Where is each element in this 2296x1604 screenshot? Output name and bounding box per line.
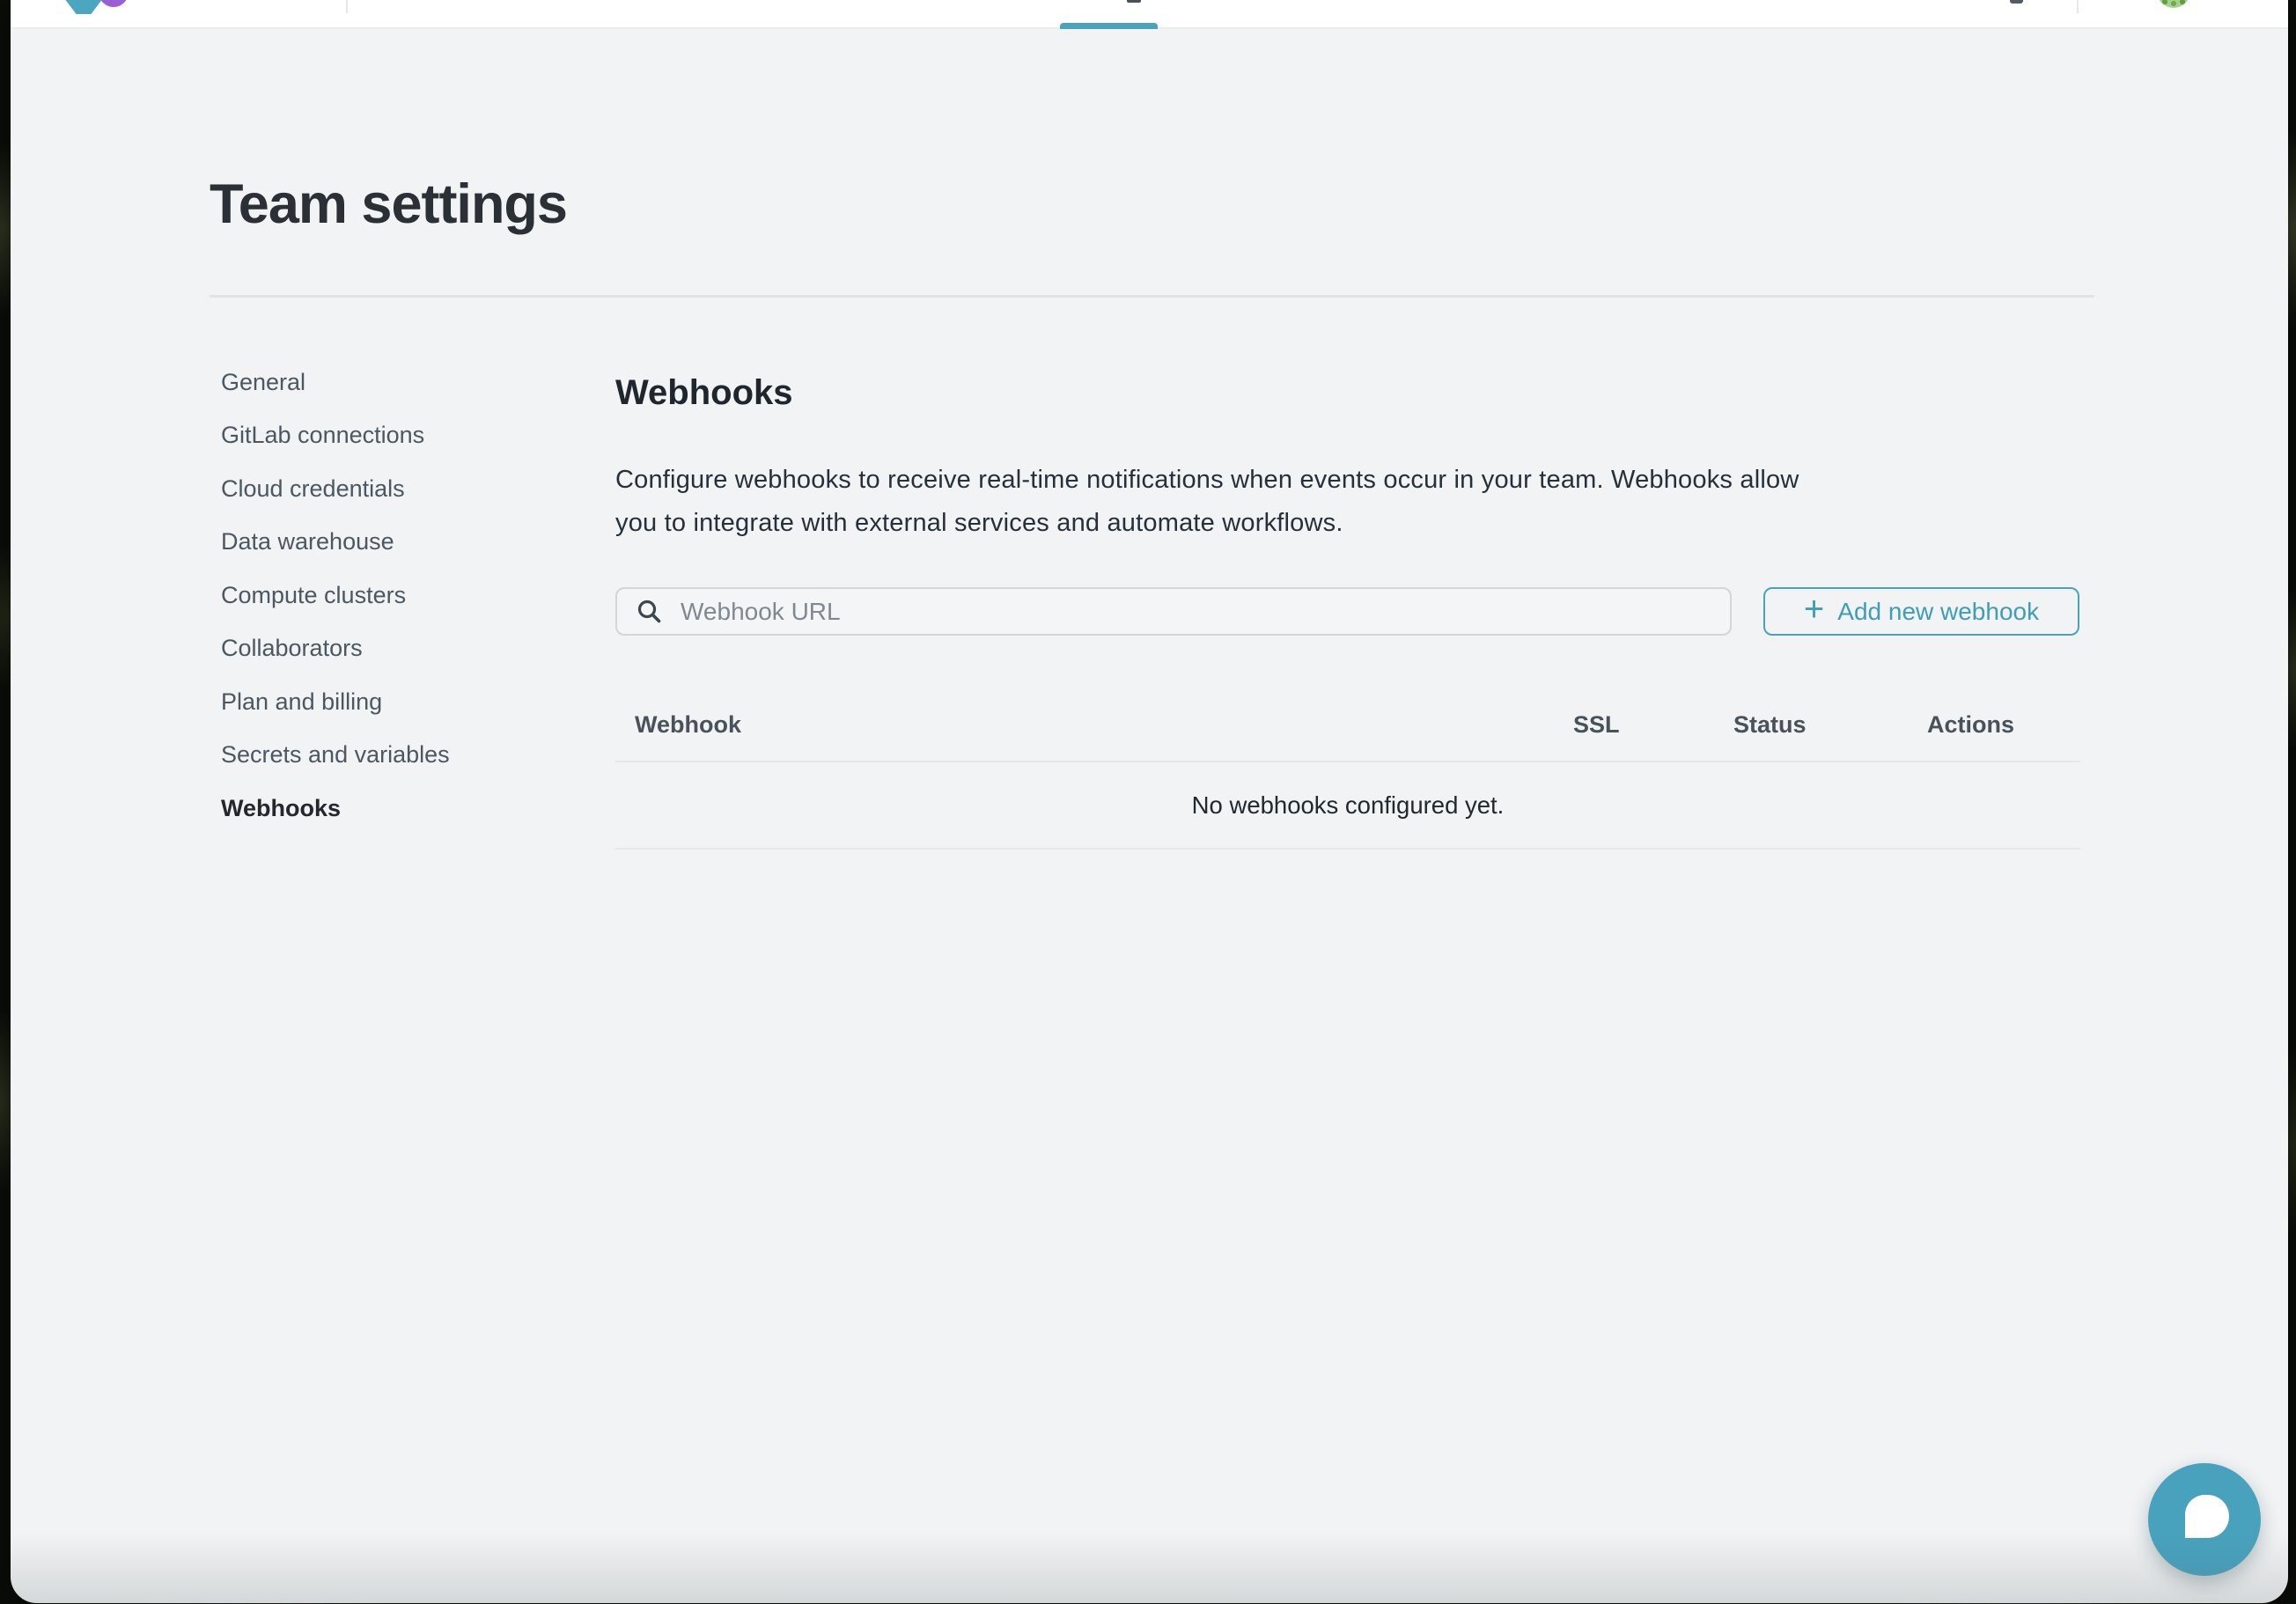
description-line-1: Configure webhooks to receive real-time … bbox=[615, 466, 1799, 494]
chat-launcher-button[interactable] bbox=[2148, 1463, 2261, 1576]
sidebar-item-collaborators[interactable]: Collaborators bbox=[221, 622, 450, 676]
empty-state-row: No webhooks configured yet. bbox=[615, 762, 2080, 850]
sidebar-item-compute-clusters[interactable]: Compute clusters bbox=[221, 569, 450, 622]
nav-divider bbox=[346, 0, 348, 13]
user-avatar[interactable] bbox=[2157, 0, 2190, 8]
sidebar-item-data-warehouse[interactable]: Data warehouse bbox=[221, 516, 450, 570]
sidebar-item-gitlab-connections[interactable]: GitLab connections bbox=[221, 409, 450, 463]
sidebar-item-plan-and-billing[interactable]: Plan and billing bbox=[221, 675, 450, 729]
title-divider bbox=[210, 295, 2094, 298]
webhook-search-input[interactable] bbox=[615, 587, 1732, 636]
section-description: Configure webhooks to receive real-time … bbox=[615, 459, 1799, 544]
column-header-webhook: Webhook bbox=[635, 711, 741, 739]
sidebar-item-cloud-credentials[interactable]: Cloud credentials bbox=[221, 462, 450, 516]
sidebar-item-webhooks[interactable]: Webhooks bbox=[221, 782, 450, 835]
add-new-webhook-label: Add new webhook bbox=[1837, 598, 2039, 626]
chat-bubble-icon bbox=[2185, 1495, 2229, 1538]
add-new-webhook-button[interactable]: + Add new webhook bbox=[1763, 587, 2079, 636]
page-title: Team settings bbox=[210, 173, 567, 236]
table-header-row: Webhook SSL Status Actions bbox=[615, 687, 2080, 762]
app-window: Team settings General GitLab connections… bbox=[11, 0, 2288, 1603]
sidebar-item-secrets-and-variables[interactable]: Secrets and variables bbox=[221, 729, 450, 783]
top-nav bbox=[11, 0, 2288, 29]
settings-sidebar: General GitLab connections Cloud credent… bbox=[221, 356, 450, 835]
nav-bell-icon[interactable] bbox=[2010, 0, 2023, 4]
nav-divider bbox=[2077, 0, 2079, 13]
empty-state-message: No webhooks configured yet. bbox=[1192, 791, 1505, 820]
column-header-status: Status bbox=[1733, 711, 1807, 739]
plus-icon: + bbox=[1804, 592, 1824, 627]
column-header-ssl: SSL bbox=[1573, 711, 1620, 739]
section-title: Webhooks bbox=[615, 373, 793, 413]
webhooks-table: Webhook SSL Status Actions No webhooks c… bbox=[615, 687, 2080, 850]
active-tab-label-cropped bbox=[1127, 0, 1141, 3]
sidebar-item-general[interactable]: General bbox=[221, 356, 450, 409]
brand-logo-icon[interactable] bbox=[55, 0, 151, 14]
webhook-search-field bbox=[615, 587, 1732, 636]
active-tab-underline bbox=[1060, 23, 1158, 29]
description-line-2: you to integrate with external services … bbox=[615, 509, 1343, 537]
column-header-actions: Actions bbox=[1927, 711, 2014, 739]
